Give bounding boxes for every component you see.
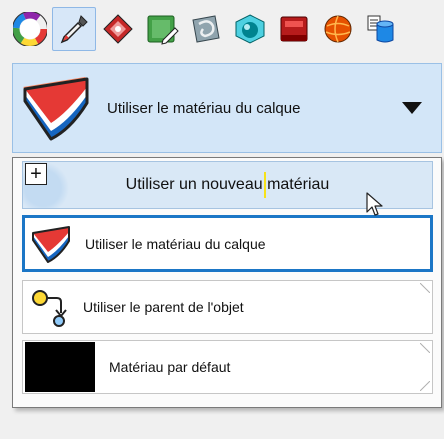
eyedropper-icon xyxy=(57,12,91,46)
corner-mark-icon xyxy=(420,381,430,391)
cube-sphere-icon xyxy=(233,12,267,46)
corner-mark-icon xyxy=(420,283,430,293)
cube-sphere-tool[interactable] xyxy=(228,7,272,51)
default-material-swatch xyxy=(25,342,95,392)
layer-material-label: Utiliser le matériau du calque xyxy=(85,235,266,252)
color-wheel-tool[interactable] xyxy=(8,7,52,51)
material-selector-combo[interactable]: Utiliser le matériau du calque xyxy=(12,63,442,153)
selector-label: Utiliser le matériau du calque xyxy=(107,99,301,117)
texture-swirl-tool[interactable] xyxy=(184,7,228,51)
texture-swirl-icon xyxy=(189,12,223,46)
new-material-option[interactable]: + Utiliser un nouveau matériau xyxy=(22,161,433,209)
material-drop-tool[interactable] xyxy=(96,7,140,51)
red-panel-icon xyxy=(277,12,311,46)
new-material-label: Utiliser un nouveau matériau xyxy=(125,176,330,193)
default-material-option[interactable]: Matériau par défaut xyxy=(22,340,433,394)
database-tool[interactable] xyxy=(360,7,404,51)
object-parent-option[interactable]: Utiliser le parent de l'objet xyxy=(22,280,433,334)
object-parent-icon xyxy=(29,287,69,327)
orange-sphere-icon xyxy=(321,12,355,46)
red-panel-tool[interactable] xyxy=(272,7,316,51)
orange-sphere-tool[interactable] xyxy=(316,7,360,51)
image-edit-tool[interactable] xyxy=(140,7,184,51)
plus-icon: + xyxy=(25,163,47,185)
object-parent-label: Utiliser le parent de l'objet xyxy=(83,299,244,315)
image-edit-icon xyxy=(145,12,179,46)
eyedropper-tool[interactable] xyxy=(52,7,96,51)
database-icon xyxy=(365,12,399,46)
corner-mark-icon xyxy=(420,343,430,353)
layer-material-icon xyxy=(21,73,91,143)
layer-material-option[interactable]: Utiliser le matériau du calque xyxy=(22,215,433,272)
chevron-down-icon[interactable] xyxy=(401,101,423,115)
material-drop-icon xyxy=(101,12,135,46)
text-caret xyxy=(264,172,266,198)
default-material-label: Matériau par défaut xyxy=(109,359,231,375)
layer-material-icon xyxy=(31,224,71,264)
material-toolbar xyxy=(8,4,404,54)
material-dropdown-list: + Utiliser un nouveau matériau Utiliser … xyxy=(12,157,442,408)
color-wheel-icon xyxy=(13,12,47,46)
